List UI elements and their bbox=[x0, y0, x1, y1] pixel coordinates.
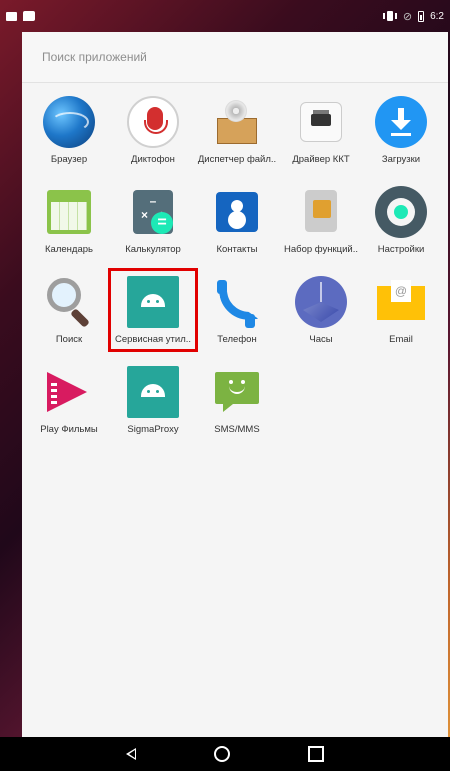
app-play-movies[interactable]: Play Фильмы bbox=[26, 358, 112, 446]
status-system: ⊘ 6:2 bbox=[382, 10, 444, 23]
app-browser[interactable]: Браузер bbox=[26, 88, 112, 176]
app-phone[interactable]: Телефон bbox=[194, 268, 280, 356]
app-clock[interactable]: Часы bbox=[278, 268, 364, 356]
vibrate-icon bbox=[382, 11, 397, 21]
image-notification-icon bbox=[6, 11, 17, 21]
sim-toolkit-icon bbox=[295, 186, 347, 238]
email-icon bbox=[375, 276, 427, 328]
play-movies-icon bbox=[43, 366, 95, 418]
app-label: Диктофон bbox=[131, 154, 175, 165]
app-label: Набор функций.. bbox=[284, 244, 358, 255]
app-sigmaproxy[interactable]: SigmaProxy bbox=[110, 358, 196, 446]
contacts-icon bbox=[211, 186, 263, 238]
app-file-manager[interactable]: Диспетчер файл.. bbox=[194, 88, 280, 176]
settings-gear-icon bbox=[375, 186, 427, 238]
app-label: Телефон bbox=[217, 334, 257, 345]
status-time: 6:2 bbox=[430, 10, 444, 22]
app-label: Часы bbox=[309, 334, 333, 345]
magnifier-icon bbox=[43, 276, 95, 328]
clock-icon bbox=[295, 276, 347, 328]
app-sim-toolkit[interactable]: Набор функций.. bbox=[278, 178, 364, 266]
app-recorder[interactable]: Диктофон bbox=[110, 88, 196, 176]
android-icon bbox=[127, 366, 179, 418]
app-label: Браузер bbox=[50, 154, 88, 165]
status-notifications bbox=[6, 11, 35, 21]
app-label: Календарь bbox=[45, 244, 93, 255]
sms-icon bbox=[211, 366, 263, 418]
app-label: Настройки bbox=[377, 244, 425, 255]
navigation-bar bbox=[0, 737, 450, 771]
browser-globe-icon bbox=[43, 96, 95, 148]
app-label: Поиск bbox=[55, 334, 83, 345]
app-search-field[interactable]: Поиск приложений bbox=[22, 32, 448, 83]
app-label: SMS/MMS bbox=[214, 424, 260, 435]
app-drawer: Поиск приложений Браузер Диктофон Диспет… bbox=[22, 32, 448, 737]
no-signal-icon: ⊘ bbox=[402, 10, 413, 23]
app-label: Загрузки bbox=[381, 154, 421, 165]
app-search[interactable]: Поиск bbox=[26, 268, 112, 356]
app-downloads[interactable]: Загрузки bbox=[358, 88, 444, 176]
file-manager-box-icon bbox=[211, 96, 263, 148]
app-email[interactable]: Email bbox=[358, 268, 444, 356]
battery-icon bbox=[418, 10, 425, 22]
app-sms-mms[interactable]: SMS/MMS bbox=[194, 358, 280, 446]
app-settings[interactable]: Настройки bbox=[358, 178, 444, 266]
status-bar: ⊘ 6:2 bbox=[0, 0, 450, 32]
search-placeholder: Поиск приложений bbox=[42, 50, 147, 64]
app-calendar[interactable]: Календарь bbox=[26, 178, 112, 266]
calculator-icon: –×+ bbox=[127, 186, 179, 238]
app-label: Драйвер ККТ bbox=[292, 154, 350, 165]
app-label: Play Фильмы bbox=[40, 424, 98, 435]
calendar-icon bbox=[43, 186, 95, 238]
app-calculator[interactable]: –×+ Калькулятор bbox=[110, 178, 196, 266]
app-contacts[interactable]: Контакты bbox=[194, 178, 280, 266]
highlight-box bbox=[108, 268, 198, 352]
app-kkt-driver[interactable]: Драйвер ККТ bbox=[278, 88, 364, 176]
app-label: Диспетчер файл.. bbox=[197, 154, 277, 165]
app-label: SigmaProxy bbox=[127, 424, 179, 435]
receipt-printer-icon bbox=[295, 96, 347, 148]
message-notification-icon bbox=[23, 11, 35, 21]
app-label: Email bbox=[389, 334, 413, 345]
back-icon[interactable] bbox=[126, 748, 136, 760]
phone-icon bbox=[211, 276, 263, 328]
home-icon[interactable] bbox=[214, 746, 230, 762]
app-label: Контакты bbox=[216, 244, 258, 255]
app-label: Калькулятор bbox=[125, 244, 181, 255]
microphone-icon bbox=[127, 96, 179, 148]
download-icon bbox=[375, 96, 427, 148]
recent-apps-icon[interactable] bbox=[308, 746, 324, 762]
